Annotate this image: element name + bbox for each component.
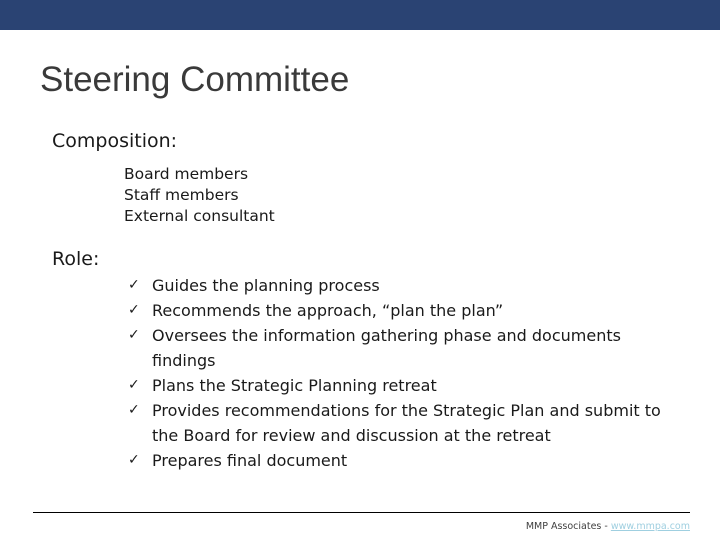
list-item-label: Provides recommendations for the Strateg…: [152, 401, 661, 445]
list-item: External consultant: [124, 207, 275, 225]
checkmark-icon: ✓: [128, 327, 140, 343]
list-item: Staff members: [124, 186, 239, 204]
composition-list: Board members Staff members External con…: [124, 164, 644, 227]
list-item: ✓ Prepares final document: [128, 448, 688, 473]
checkmark-icon: ✓: [128, 277, 140, 293]
list-item-label: Oversees the information gathering phase…: [152, 326, 621, 370]
composition-heading: Composition:: [52, 130, 178, 152]
footer-website-link[interactable]: www.mmpa.com: [611, 521, 690, 532]
list-item-label: Prepares final document: [152, 451, 348, 470]
top-banner-bar: [0, 0, 720, 30]
checkmark-icon: ✓: [128, 402, 140, 418]
role-heading: Role:: [52, 248, 100, 270]
footer-divider: [33, 512, 690, 513]
list-item-label: Plans the Strategic Planning retreat: [152, 376, 437, 395]
role-list: ✓ Guides the planning process ✓ Recommen…: [128, 273, 688, 473]
list-item: ✓ Plans the Strategic Planning retreat: [128, 373, 688, 398]
page-title: Steering Committee: [40, 60, 350, 99]
list-item: ✓ Oversees the information gathering pha…: [128, 323, 688, 373]
checkmark-icon: ✓: [128, 452, 140, 468]
list-item: ✓ Guides the planning process: [128, 273, 688, 298]
list-item: ✓ Provides recommendations for the Strat…: [128, 398, 688, 448]
checkmark-icon: ✓: [128, 377, 140, 393]
list-item: Board members: [124, 165, 249, 183]
checkmark-icon: ✓: [128, 302, 140, 318]
list-item-label: Guides the planning process: [152, 276, 380, 295]
footer-credit: MMP Associates - www.mmpa.com: [300, 520, 690, 533]
slide-canvas: Steering Committee Composition: Board me…: [0, 0, 720, 540]
list-item: ✓ Recommends the approach, “plan the pla…: [128, 298, 688, 323]
footer-credit-label: MMP Associates -: [525, 521, 611, 532]
list-item-label: Recommends the approach, “plan the plan”: [152, 301, 504, 320]
